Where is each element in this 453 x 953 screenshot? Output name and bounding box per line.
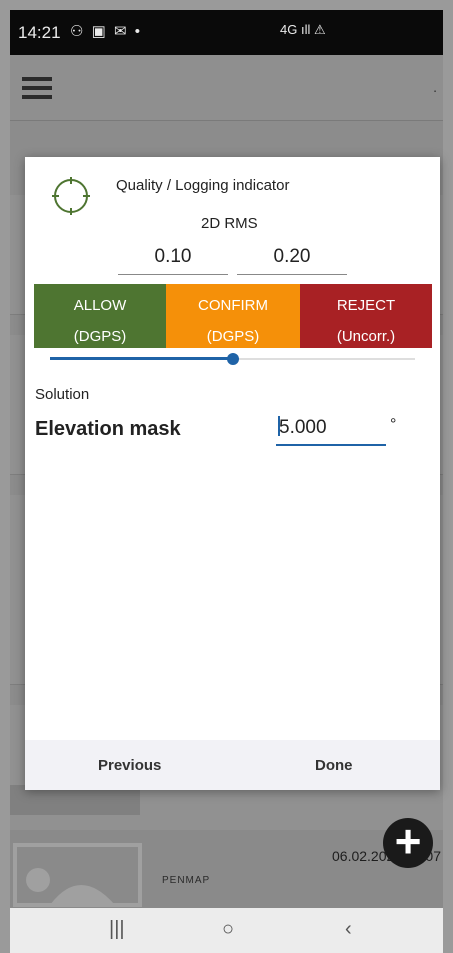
done-button[interactable]: Done <box>315 757 353 774</box>
allow-sub-label: (DGPS) <box>73 328 127 345</box>
reject-segment[interactable]: REJECT (Uncorr.) <box>300 284 432 348</box>
solution-section-label: Solution <box>35 386 90 403</box>
dialog-footer: Previous Done <box>25 740 440 790</box>
back-button[interactable]: ‹ <box>345 918 352 941</box>
system-nav-bar: ||| ○ ‹ <box>10 908 443 953</box>
elevation-mask-label: Elevation mask <box>35 418 181 440</box>
threshold-high-input[interactable]: 0.20 <box>237 246 347 275</box>
overflow-indicator: . <box>433 79 437 95</box>
slider-fill <box>50 357 233 360</box>
hamburger-menu-icon[interactable] <box>22 77 52 99</box>
dialog-title: Quality / Logging indicator <box>116 177 290 194</box>
signal-icon: 4G ıll ⚠ <box>280 22 326 37</box>
status-time: 14:21 <box>18 23 61 42</box>
notification-icons: ⚇ ▣ ✉ • <box>70 23 142 40</box>
dialog-subtitle: 2D RMS <box>201 215 258 232</box>
recents-button[interactable]: ||| <box>109 918 125 941</box>
list-item <box>10 830 443 908</box>
slider-thumb[interactable] <box>227 353 239 365</box>
confirm-segment[interactable]: CONFIRM (DGPS) <box>166 284 300 348</box>
elevation-mask-value: 5.000 <box>279 417 327 438</box>
reject-sub-label: (Uncorr.) <box>336 328 396 345</box>
home-button[interactable]: ○ <box>222 918 234 941</box>
previous-button[interactable]: Previous <box>98 757 161 774</box>
elevation-mask-input[interactable]: 5.000 <box>276 416 386 446</box>
confirm-label: CONFIRM <box>198 297 268 314</box>
app-toolbar: . <box>10 55 443 121</box>
status-bar: 14:21 ⚇ ▣ ✉ • 4G ıll ⚠ <box>10 10 443 55</box>
allow-label: ALLOW <box>73 297 127 314</box>
add-fab-button[interactable]: + <box>383 818 433 868</box>
list-item-brand: PENMAP <box>162 875 211 886</box>
allow-segment[interactable]: ALLOW (DGPS) <box>34 284 166 348</box>
threshold-low-input[interactable]: 0.10 <box>118 246 228 275</box>
image-placeholder-icon <box>13 843 142 907</box>
reject-label: REJECT <box>336 297 396 314</box>
quality-dialog: Quality / Logging indicator 2D RMS 0.10 … <box>25 157 440 790</box>
confirm-sub-label: (DGPS) <box>206 328 260 345</box>
target-crosshair-icon <box>52 177 90 215</box>
degree-unit: ° <box>390 416 397 433</box>
